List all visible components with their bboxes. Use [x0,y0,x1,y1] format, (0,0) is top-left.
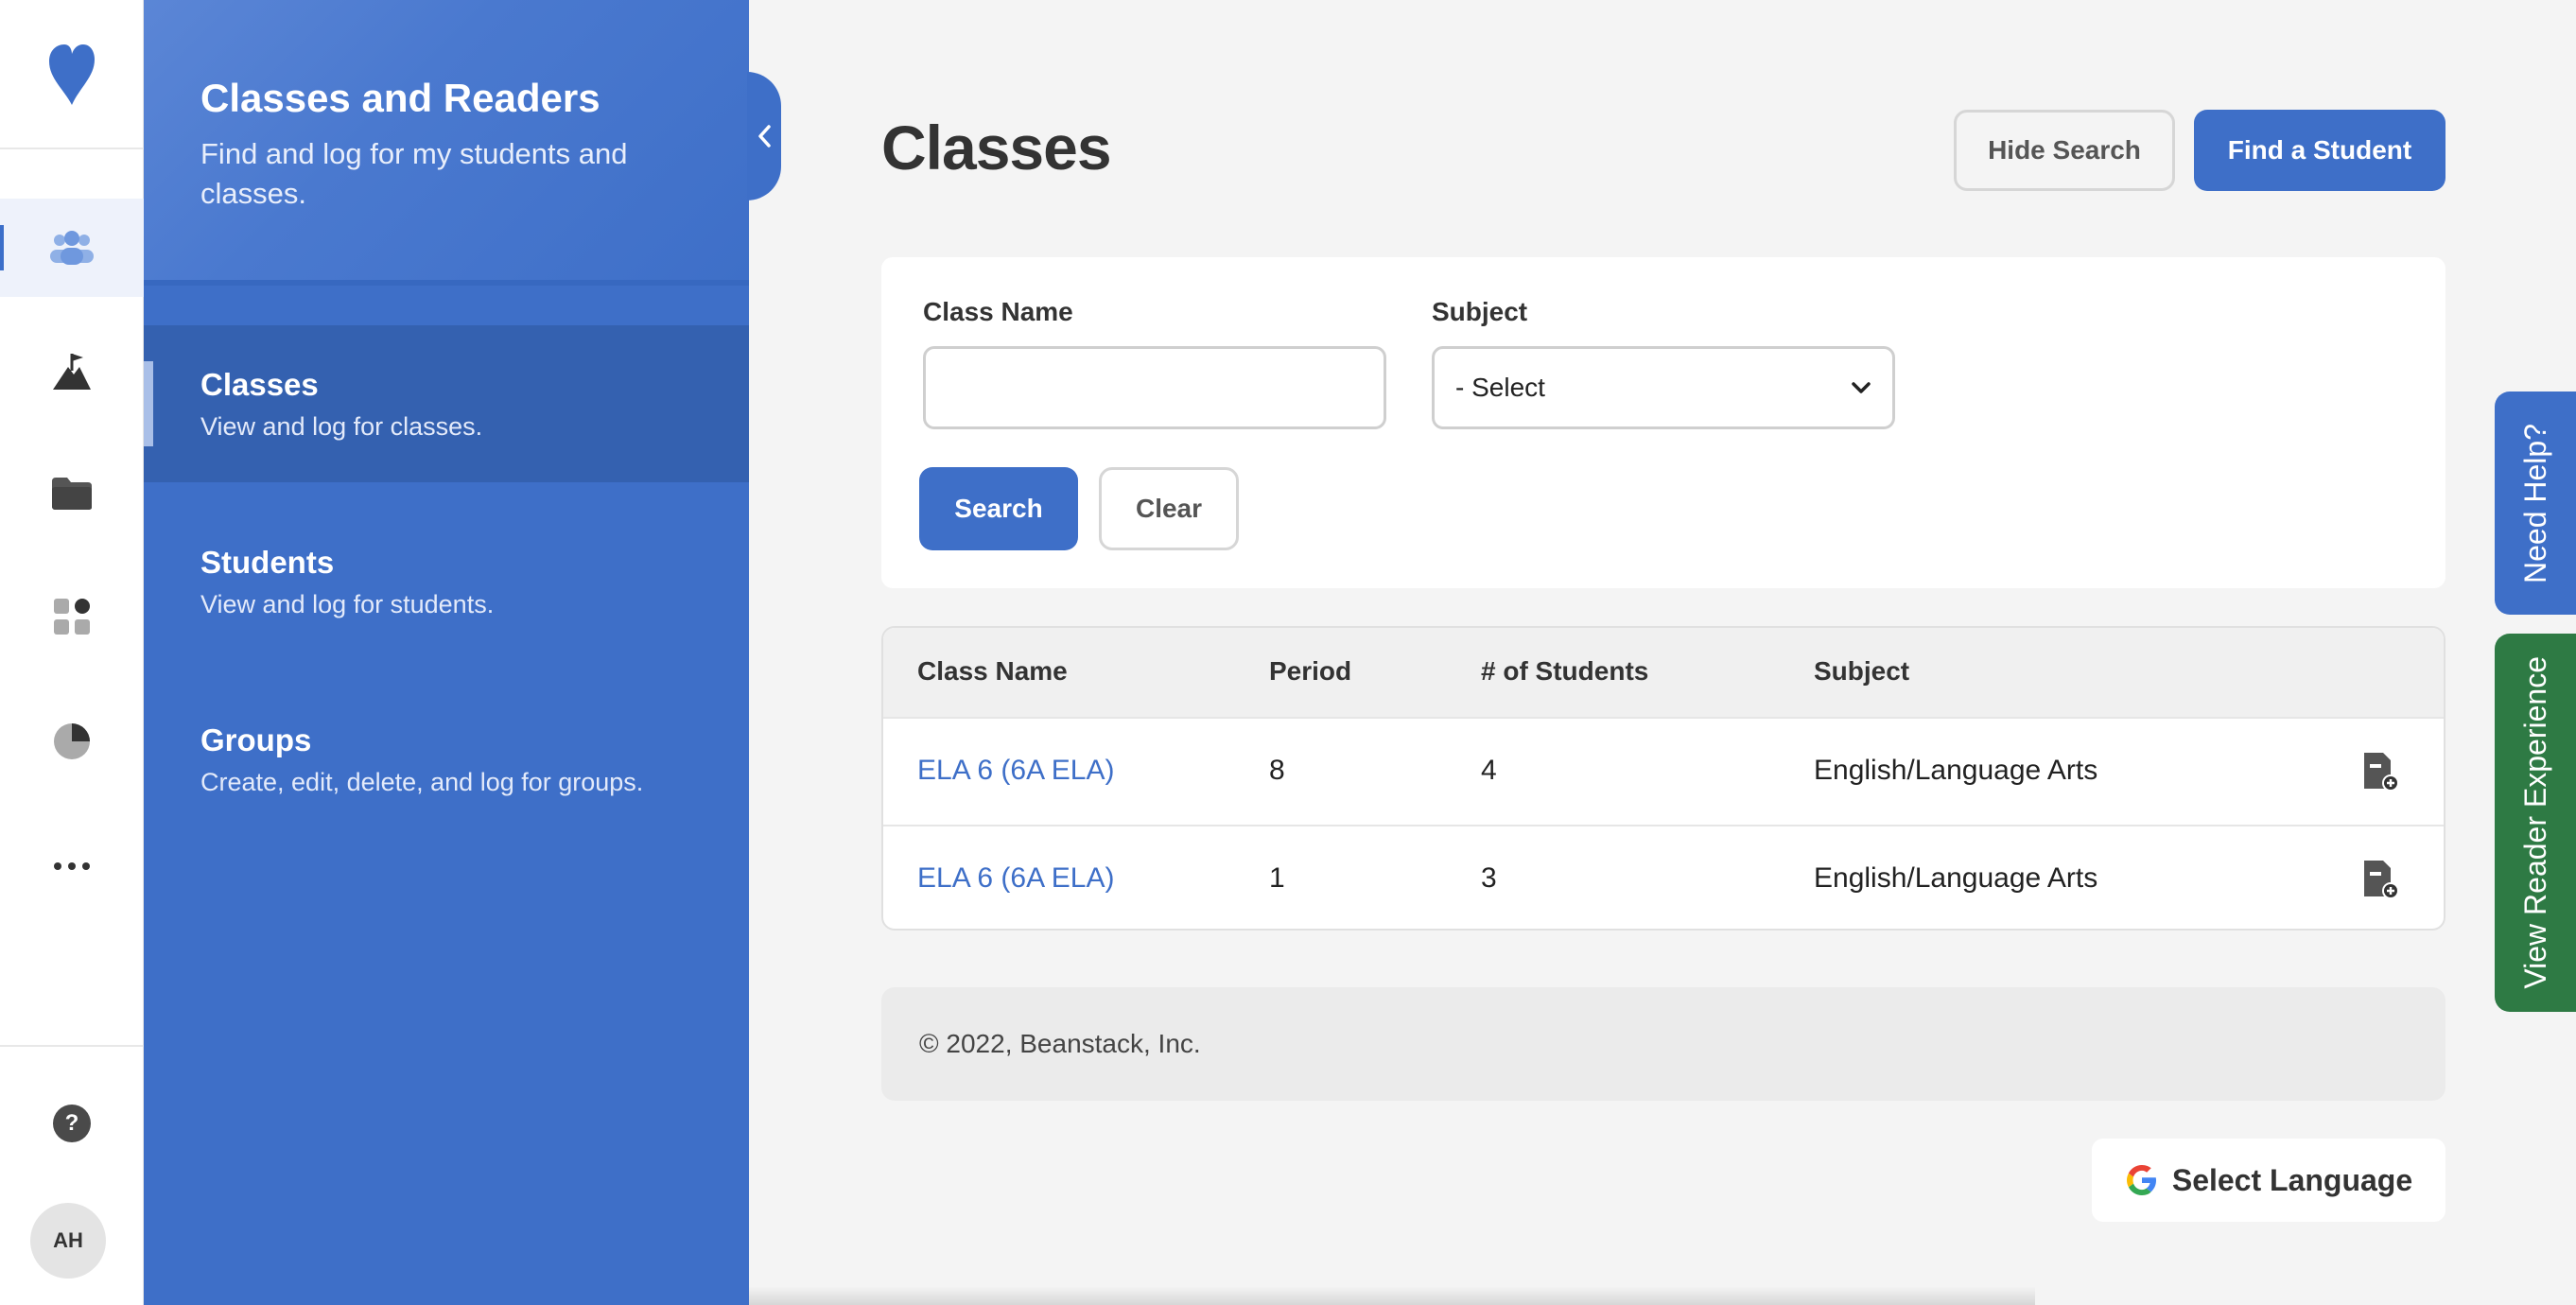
rail-divider [0,1045,144,1047]
sidebar-item-classes[interactable]: Classes View and log for classes. [144,325,749,482]
subject-cell: English/Language Arts [1814,862,2098,894]
page-footer: © 2022, Beanstack, Inc. [881,987,2445,1101]
sidebar-header: Classes and Readers Find and log for my … [144,0,749,282]
column-header-subject: Subject [1814,656,1910,686]
rail-item-challenges[interactable] [0,322,144,420]
sidebar-item-groups[interactable]: Groups Create, edit, delete, and log for… [144,681,749,838]
period-cell: 1 [1269,862,1285,894]
select-language-label: Select Language [2171,1162,2413,1197]
icon-rail: ? AH [0,0,144,1305]
apps-grid-icon [54,599,90,635]
chevron-left-icon [758,125,771,148]
google-g-icon [2126,1165,2156,1195]
view-reader-experience-tab[interactable]: View Reader Experience [2495,634,2576,1012]
chevron-down-icon [1852,382,1871,393]
class-name-label: Class Name [923,297,1073,326]
sidebar-item-label: Classes [200,367,319,402]
user-avatar[interactable]: AH [30,1203,106,1279]
search-panel: Class Name Subject - Select Search Clear [881,257,2445,588]
sidebar-header-divider [144,280,749,286]
students-count-cell: 3 [1481,862,1497,894]
subject-cell: English/Language Arts [1814,755,2098,786]
clear-button[interactable]: Clear [1099,467,1239,550]
table-row: ELA 6 (6A ELA) 8 4 English/Language Arts [883,717,2444,825]
select-language-button[interactable]: Select Language [2092,1139,2445,1222]
sidebar-item-desc: View and log for students. [200,590,495,618]
subject-select-value: - Select [1455,373,1545,402]
copyright-text: © 2022, Beanstack, Inc. [919,1029,1201,1058]
more-icon [54,862,90,870]
heart-logo-icon [49,44,95,105]
students-count-cell: 4 [1481,755,1497,786]
pie-chart-icon [54,723,90,759]
subject-select[interactable]: - Select [1432,346,1895,429]
sidebar-item-desc: View and log for classes. [200,412,483,441]
period-cell: 8 [1269,755,1285,786]
rail-item-readers[interactable] [0,199,144,297]
users-icon [50,231,94,265]
classes-table: Class Name Period # of Students Subject … [881,626,2445,931]
subject-label: Subject [1432,297,1528,326]
mountain-flag-icon [53,354,91,390]
sidebar-subtitle: Find and log for my students and classes… [200,137,628,210]
class-name-input[interactable] [923,346,1386,429]
find-student-button[interactable]: Find a Student [2194,110,2445,191]
beanstack-logo[interactable] [0,0,144,149]
table-row: ELA 6 (6A ELA) 1 3 English/Language Arts [883,825,2444,929]
rail-item-reports[interactable] [0,692,144,791]
secondary-sidebar: Classes and Readers Find and log for my … [144,0,749,1305]
log-reading-icon[interactable] [2360,859,2400,900]
rail-item-resources[interactable] [0,444,144,543]
view-reader-experience-label: View Reader Experience [2517,656,2552,989]
sidebar-item-students[interactable]: Students View and log for students. [144,503,749,660]
help-icon[interactable]: ? [53,1105,91,1142]
bottom-shadow [749,1286,2035,1305]
sidebar-item-label: Groups [200,722,312,757]
class-name-link[interactable]: ELA 6 (6A ELA) [917,755,1114,787]
sidebar-title: Classes and Readers [200,76,600,120]
search-button[interactable]: Search [919,467,1078,550]
column-header-class-name: Class Name [917,656,1068,686]
table-header: Class Name Period # of Students Subject [883,628,2444,717]
rail-item-more[interactable] [0,817,144,915]
collapse-sidebar-button[interactable] [747,72,781,200]
need-help-tab[interactable]: Need Help? [2495,392,2576,615]
class-name-link[interactable]: ELA 6 (6A ELA) [917,862,1114,895]
sidebar-item-desc: Create, edit, delete, and log for groups… [200,768,644,796]
folder-icon [52,478,92,510]
hide-search-button[interactable]: Hide Search [1954,110,2175,191]
column-header-period: Period [1269,656,1352,686]
rail-item-apps[interactable] [0,567,144,666]
log-reading-icon[interactable] [2360,751,2400,792]
column-header-students: # of Students [1481,656,1649,686]
page-title: Classes [881,113,1112,183]
sidebar-item-label: Students [200,545,335,580]
need-help-label: Need Help? [2517,423,2552,583]
